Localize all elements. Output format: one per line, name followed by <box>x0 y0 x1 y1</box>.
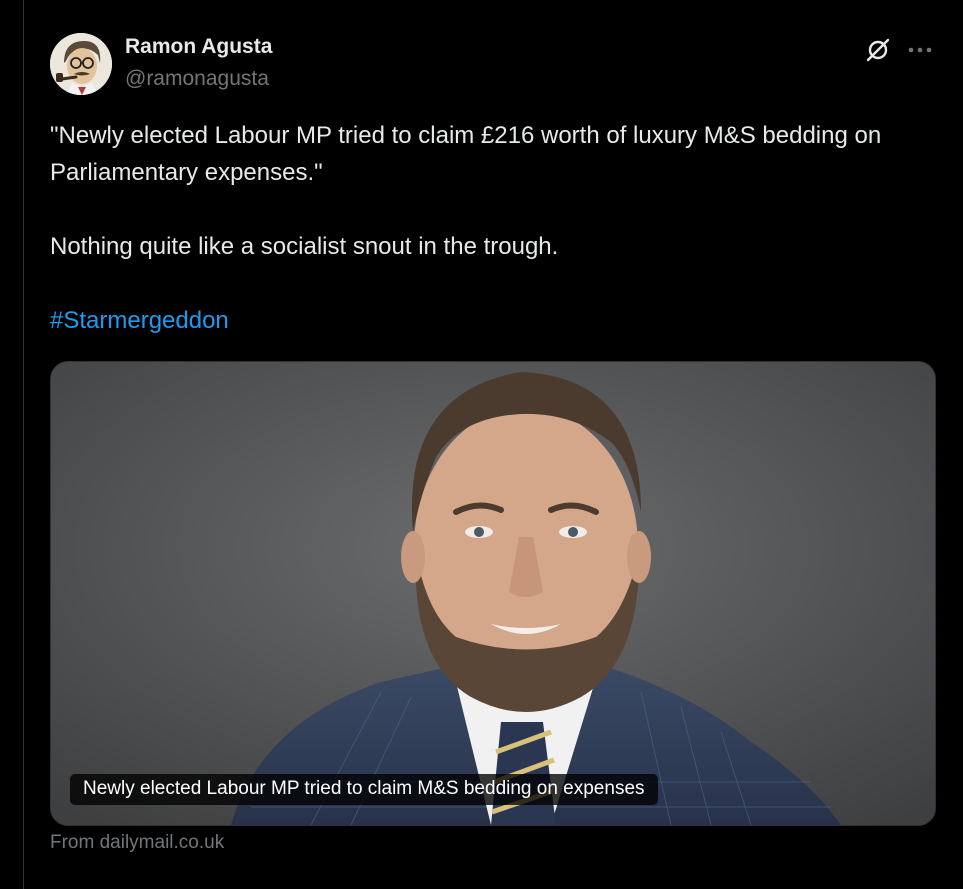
link-card-image[interactable]: Newly elected Labour MP tried to claim M… <box>50 361 936 826</box>
grok-icon[interactable] <box>862 34 894 66</box>
author-handle[interactable]: @ramonagusta <box>125 67 269 91</box>
tweet-text: "Newly elected Labour MP tried to claim … <box>50 117 930 339</box>
tweet-text-comment: Nothing quite like a socialist snout in … <box>50 233 559 260</box>
link-card-title[interactable]: Newly elected Labour MP tried to claim M… <box>70 774 658 805</box>
author-display-name[interactable]: Ramon Agusta <box>125 35 272 59</box>
link-card-source[interactable]: From dailymail.co.uk <box>50 832 224 854</box>
more-horizontal-icon[interactable] <box>902 34 938 66</box>
avatar[interactable] <box>50 33 112 95</box>
tweet-text-quote: "Newly elected Labour MP tried to claim … <box>50 122 882 186</box>
hashtag-link[interactable]: #Starmergeddon <box>50 307 229 334</box>
tweet: Ramon Agusta @ramonagusta "Newly elected… <box>24 0 963 889</box>
